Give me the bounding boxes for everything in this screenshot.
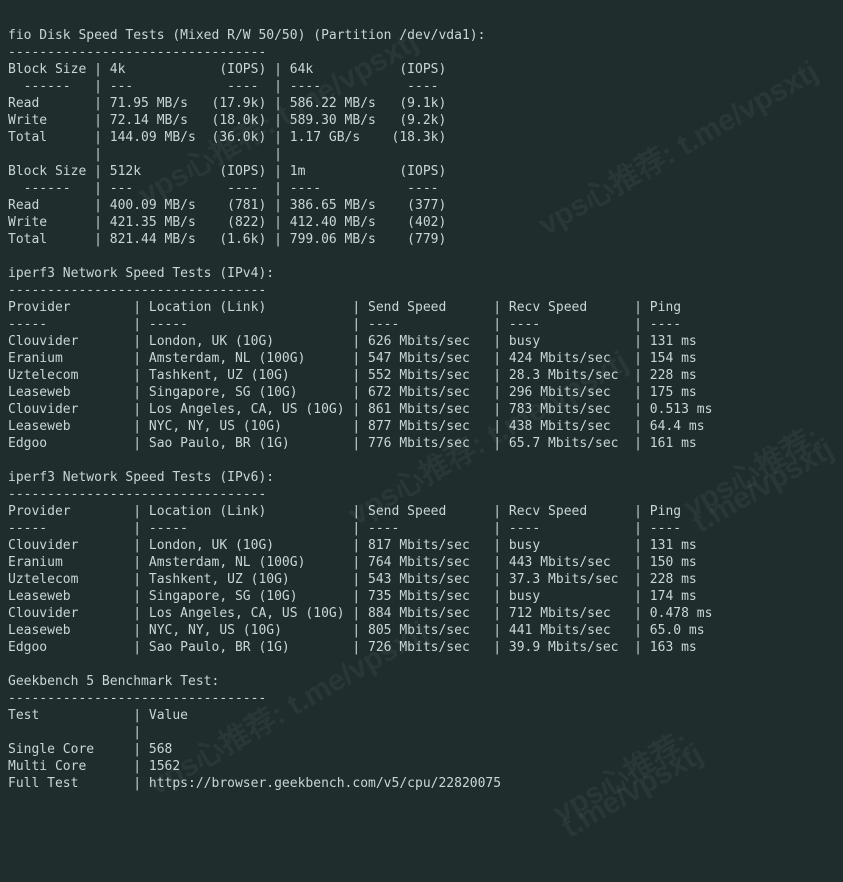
- geekbench-multi: Multi Core | 1562: [8, 759, 180, 774]
- ipv6-header: Provider | Location (Link) | Send Speed …: [8, 504, 681, 519]
- geekbench-full: Full Test | https://browser.geekbench.co…: [8, 776, 501, 791]
- ipv4-title: iperf3 Network Speed Tests (IPv4):: [8, 266, 274, 281]
- ipv4-header: Provider | Location (Link) | Send Speed …: [8, 300, 681, 315]
- ipv6-title: iperf3 Network Speed Tests (IPv6):: [8, 470, 274, 485]
- disk-total-1: Total | 144.09 MB/s (36.0k) | 1.17 GB/s …: [8, 130, 446, 145]
- ipv4-row: Uztelecom | Tashkent, UZ (10G) | 552 Mbi…: [8, 368, 697, 383]
- ipv6-row: Leaseweb | Singapore, SG (10G) | 735 Mbi…: [8, 589, 697, 604]
- geekbench-title: Geekbench 5 Benchmark Test:: [8, 674, 219, 689]
- disk-header-2: Block Size | 512k (IOPS) | 1m (IOPS): [8, 164, 446, 179]
- ipv4-row: Edgoo | Sao Paulo, BR (1G) | 776 Mbits/s…: [8, 436, 697, 451]
- ipv4-sep: ---------------------------------: [8, 283, 266, 298]
- disk-header-1: Block Size | 4k (IOPS) | 64k (IOPS): [8, 62, 446, 77]
- disk-write-1: Write | 72.14 MB/s (18.0k) | 589.30 MB/s…: [8, 113, 446, 128]
- ipv6-row: Leaseweb | NYC, NY, US (10G) | 805 Mbits…: [8, 623, 705, 638]
- geekbench-blank: |: [8, 725, 141, 740]
- terminal-output: fio Disk Speed Tests (Mixed R/W 50/50) (…: [0, 0, 843, 804]
- geekbench-single: Single Core | 568: [8, 742, 172, 757]
- ipv6-row: Clouvider | Los Angeles, CA, US (10G) | …: [8, 606, 712, 621]
- ipv4-row: Clouvider | Los Angeles, CA, US (10G) | …: [8, 402, 712, 417]
- ipv4-row: Leaseweb | NYC, NY, US (10G) | 877 Mbits…: [8, 419, 705, 434]
- disk-read-2: Read | 400.09 MB/s (781) | 386.65 MB/s (…: [8, 198, 446, 213]
- disk-read-1: Read | 71.95 MB/s (17.9k) | 586.22 MB/s …: [8, 96, 446, 111]
- ipv6-row: Eranium | Amsterdam, NL (100G) | 764 Mbi…: [8, 555, 697, 570]
- disk-blank-1: | |: [8, 147, 282, 162]
- disk-total-2: Total | 821.44 MB/s (1.6k) | 799.06 MB/s…: [8, 232, 446, 247]
- ipv6-row: Uztelecom | Tashkent, UZ (10G) | 543 Mbi…: [8, 572, 697, 587]
- geekbench-sep: ---------------------------------: [8, 691, 266, 706]
- ipv4-row: Leaseweb | Singapore, SG (10G) | 672 Mbi…: [8, 385, 697, 400]
- ipv6-row: Clouvider | London, UK (10G) | 817 Mbits…: [8, 538, 697, 553]
- ipv6-divider: ----- | ----- | ---- | ---- | ----: [8, 521, 681, 536]
- disk-write-2: Write | 421.35 MB/s (822) | 412.40 MB/s …: [8, 215, 446, 230]
- disk-sep: ---------------------------------: [8, 45, 266, 60]
- ipv6-sep: ---------------------------------: [8, 487, 266, 502]
- ipv4-row: Clouvider | London, UK (10G) | 626 Mbits…: [8, 334, 697, 349]
- geekbench-header: Test | Value: [8, 708, 188, 723]
- ipv4-divider: ----- | ----- | ---- | ---- | ----: [8, 317, 681, 332]
- disk-divider-2: ------ | --- ---- | ---- ----: [8, 181, 438, 196]
- ipv6-row: Edgoo | Sao Paulo, BR (1G) | 726 Mbits/s…: [8, 640, 697, 655]
- disk-title: fio Disk Speed Tests (Mixed R/W 50/50) (…: [8, 28, 485, 43]
- ipv4-row: Eranium | Amsterdam, NL (100G) | 547 Mbi…: [8, 351, 697, 366]
- disk-divider-1: ------ | --- ---- | ---- ----: [8, 79, 438, 94]
